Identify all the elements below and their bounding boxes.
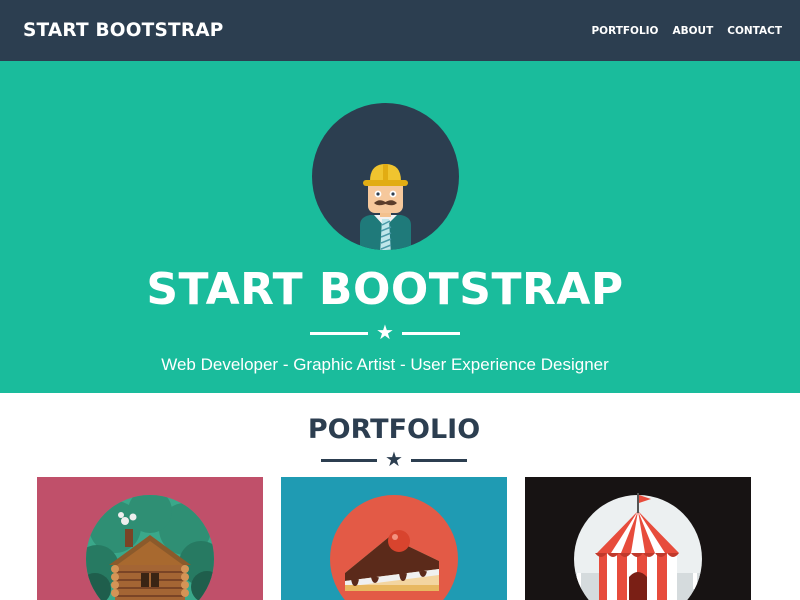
nav-links: PORTFOLIO ABOUT CONTACT bbox=[577, 25, 782, 37]
portfolio-item-cake[interactable] bbox=[281, 477, 507, 600]
nav-link-about[interactable]: ABOUT bbox=[658, 25, 713, 37]
star-icon: ★ bbox=[385, 449, 403, 471]
navbar: START BOOTSTRAP PORTFOLIO ABOUT CONTACT bbox=[0, 0, 800, 61]
portfolio-item-cabin[interactable] bbox=[37, 477, 263, 600]
cabin-icon bbox=[86, 495, 214, 600]
masthead: START BOOTSTRAP ★ Web Developer - Graphi… bbox=[0, 61, 800, 393]
portfolio-heading: PORTFOLIO bbox=[307, 414, 481, 445]
divider-line-right bbox=[410, 458, 467, 462]
divider-line-left bbox=[310, 331, 369, 335]
cake-icon bbox=[330, 495, 458, 600]
masthead-subheading: Web Developer - Graphic Artist - User Ex… bbox=[161, 355, 609, 374]
divider-line-right bbox=[401, 331, 460, 335]
nav-link-contact[interactable]: CONTACT bbox=[713, 25, 782, 37]
star-icon: ★ bbox=[376, 322, 394, 344]
circus-tent-icon bbox=[574, 493, 702, 600]
masthead-title: START BOOTSTRAP bbox=[146, 264, 624, 315]
portfolio-divider: ★ bbox=[0, 450, 788, 470]
portfolio-item-circus[interactable] bbox=[525, 477, 751, 600]
masthead-divider: ★ bbox=[0, 323, 770, 343]
nav-link-portfolio[interactable]: PORTFOLIO bbox=[577, 25, 658, 37]
divider-line-left bbox=[321, 458, 378, 462]
navbar-brand[interactable]: START BOOTSTRAP bbox=[23, 20, 224, 41]
developer-avatar-icon bbox=[312, 103, 459, 250]
